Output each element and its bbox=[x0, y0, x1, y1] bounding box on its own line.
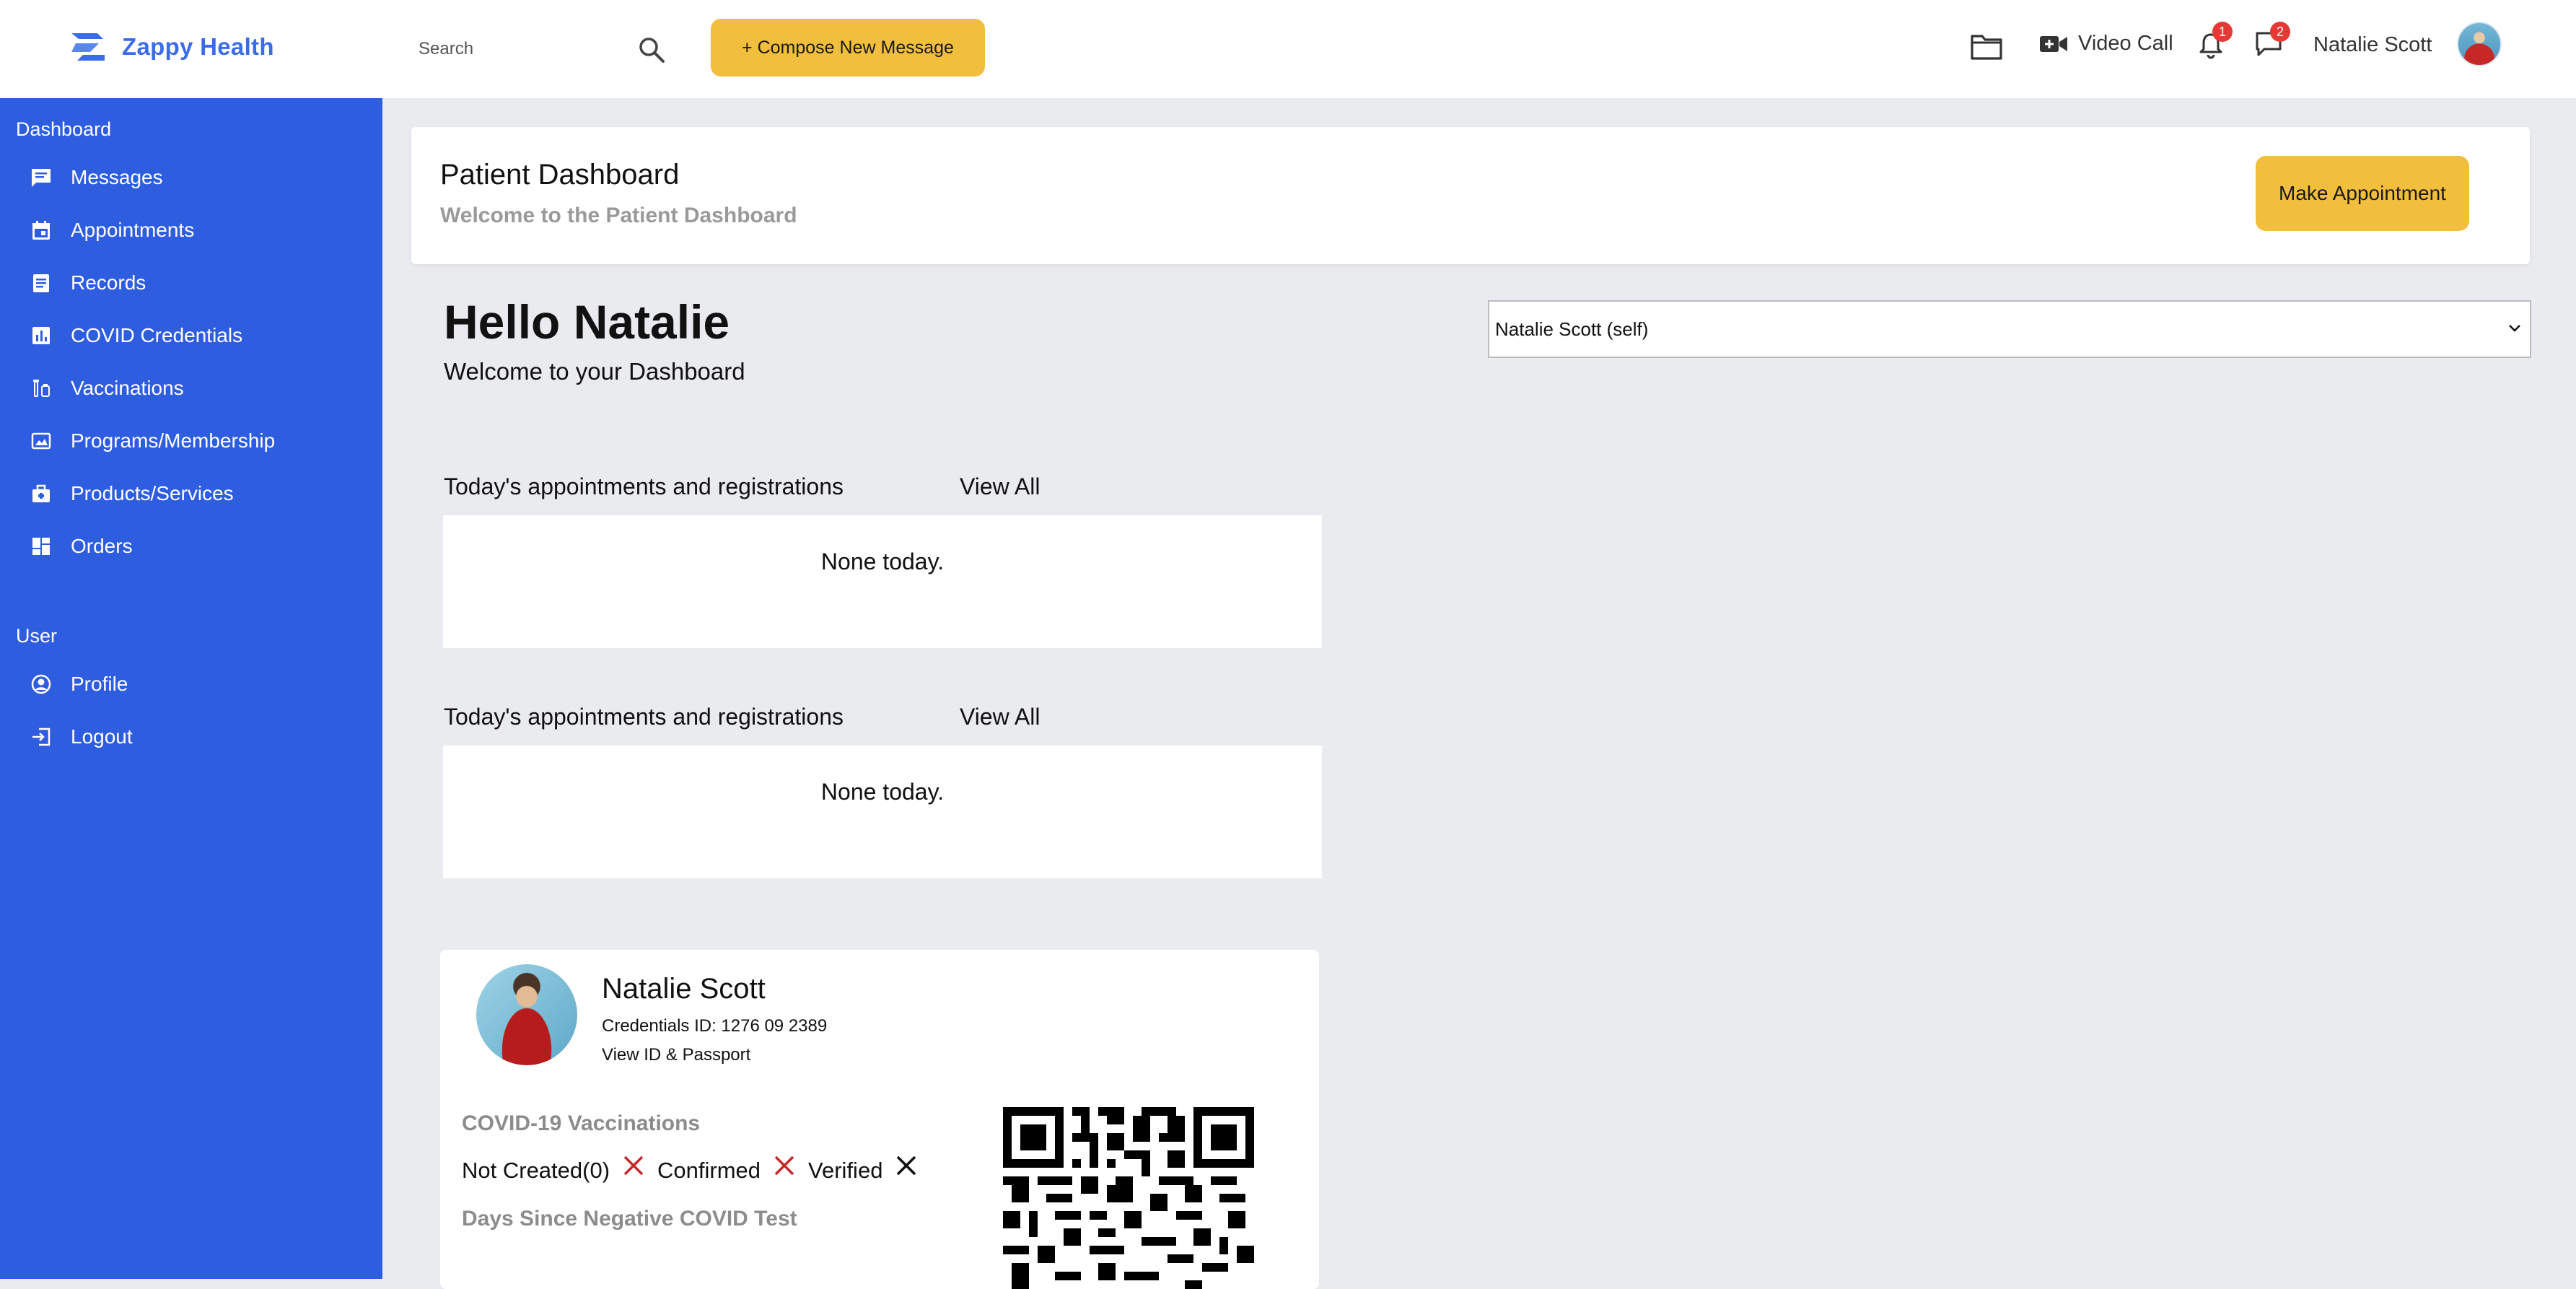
sidebar: Dashboard Messages Appointments Records … bbox=[0, 98, 382, 1279]
app-name: Zappy Health bbox=[122, 33, 274, 60]
avatar[interactable] bbox=[2457, 22, 2502, 66]
app-logo[interactable]: Zappy Health bbox=[69, 30, 274, 64]
sidebar-item-records[interactable]: Records bbox=[29, 261, 361, 305]
top-bar: Zappy Health + Compose New Message Video… bbox=[0, 0, 2576, 98]
sidebar-item-label: Programs/Membership bbox=[71, 429, 276, 452]
status-not-created: Not Created(0) bbox=[462, 1158, 610, 1183]
logout-icon bbox=[29, 725, 53, 749]
sidebar-item-covid-credentials[interactable]: COVID Credentials bbox=[29, 314, 361, 357]
qr-code[interactable] bbox=[1003, 1107, 1254, 1289]
briefcase-icon bbox=[29, 481, 53, 506]
patient-select-value: Natalie Scott (self) bbox=[1495, 318, 1649, 340]
vaccine-icon bbox=[29, 376, 53, 401]
notifications-button[interactable]: 1 bbox=[2198, 22, 2233, 64]
programs-icon bbox=[29, 429, 53, 453]
sidebar-item-label: Records bbox=[71, 271, 146, 294]
logo-mark-icon bbox=[71, 33, 105, 61]
sidebar-item-products[interactable]: Products/Services bbox=[29, 472, 361, 515]
page-header-card: Patient Dashboard Welcome to the Patient… bbox=[411, 127, 2530, 264]
sidebar-section-dashboard: Dashboard bbox=[16, 118, 112, 140]
sidebar-item-appointments[interactable]: Appointments bbox=[29, 209, 361, 252]
make-appointment-button[interactable]: Make Appointment bbox=[2256, 156, 2469, 231]
sidebar-section-user: User bbox=[16, 625, 58, 647]
video-call-button[interactable]: Video Call bbox=[2039, 32, 2173, 56]
credential-id: Credentials ID: 1276 09 2389 bbox=[602, 1016, 828, 1036]
sidebar-item-label: Profile bbox=[71, 673, 128, 695]
appointments-list: None today. bbox=[443, 515, 1322, 648]
covid-credential-card: Natalie Scott Credentials ID: 1276 09 23… bbox=[440, 950, 1319, 1289]
view-all-link[interactable]: View All bbox=[960, 704, 1040, 730]
calendar-icon bbox=[29, 218, 53, 242]
sidebar-item-label: Products/Services bbox=[71, 482, 234, 504]
folder-icon[interactable] bbox=[1970, 32, 2007, 64]
notification-badge: 1 bbox=[2212, 22, 2233, 42]
view-id-passport-link[interactable]: View ID & Passport bbox=[602, 1045, 750, 1065]
video-camera-icon bbox=[2040, 35, 2067, 52]
sidebar-item-label: Vaccinations bbox=[71, 377, 184, 399]
appointments-heading: Today's appointments and registrations bbox=[444, 704, 844, 730]
search-icon[interactable] bbox=[635, 33, 668, 66]
sidebar-item-programs[interactable]: Programs/Membership bbox=[29, 419, 361, 463]
sidebar-item-logout[interactable]: Logout bbox=[29, 715, 361, 759]
message-badge: 2 bbox=[2270, 22, 2290, 42]
patient-select[interactable]: Natalie Scott (self) bbox=[1488, 300, 2531, 358]
sidebar-item-label: COVID Credentials bbox=[71, 324, 243, 346]
appointments-list: None today. bbox=[443, 746, 1322, 878]
greeting-heading: Hello Natalie bbox=[444, 295, 730, 349]
search-bar bbox=[419, 27, 671, 71]
status-verified: Verified bbox=[808, 1158, 883, 1183]
page-title: Patient Dashboard bbox=[440, 159, 680, 191]
chevron-down-icon bbox=[2509, 325, 2520, 332]
vaccinations-heading: COVID-19 Vaccinations bbox=[462, 1111, 701, 1135]
view-all-link[interactable]: View All bbox=[960, 473, 1040, 500]
cross-icon bbox=[897, 1155, 916, 1176]
vaccination-status-row: Not Created(0) Confirmed Verified bbox=[462, 1155, 926, 1187]
negative-test-heading: Days Since Negative COVID Test bbox=[462, 1207, 797, 1231]
compose-message-button[interactable]: + Compose New Message bbox=[711, 19, 985, 77]
sidebar-item-profile[interactable]: Profile bbox=[29, 663, 361, 706]
credential-name: Natalie Scott bbox=[602, 973, 766, 1005]
chart-icon bbox=[29, 323, 53, 348]
user-name[interactable]: Natalie Scott bbox=[2313, 33, 2432, 57]
sidebar-item-label: Orders bbox=[71, 535, 133, 557]
cross-icon bbox=[623, 1155, 644, 1176]
profile-icon bbox=[29, 672, 53, 696]
sidebar-item-label: Logout bbox=[71, 725, 133, 748]
records-icon bbox=[29, 271, 53, 295]
sidebar-item-orders[interactable]: Orders bbox=[29, 525, 361, 568]
video-call-label: Video Call bbox=[2078, 32, 2173, 55]
sidebar-item-label: Appointments bbox=[71, 219, 195, 241]
status-confirmed: Confirmed bbox=[657, 1158, 761, 1183]
cross-icon bbox=[774, 1155, 794, 1176]
credential-avatar bbox=[476, 964, 577, 1065]
empty-state-text: None today. bbox=[820, 779, 945, 805]
search-input[interactable] bbox=[419, 27, 621, 71]
sidebar-item-vaccinations[interactable]: Vaccinations bbox=[29, 367, 361, 410]
grid-icon bbox=[29, 534, 53, 559]
page-subtitle: Welcome to the Patient Dashboard bbox=[440, 204, 797, 227]
messages-button[interactable]: 2 bbox=[2254, 22, 2290, 64]
sidebar-item-label: Messages bbox=[71, 166, 163, 188]
appointments-heading: Today's appointments and registrations bbox=[444, 473, 844, 499]
greeting-subtext: Welcome to your Dashboard bbox=[444, 358, 745, 385]
message-icon bbox=[29, 165, 53, 190]
empty-state-text: None today. bbox=[820, 549, 945, 574]
sidebar-item-messages[interactable]: Messages bbox=[29, 156, 361, 199]
